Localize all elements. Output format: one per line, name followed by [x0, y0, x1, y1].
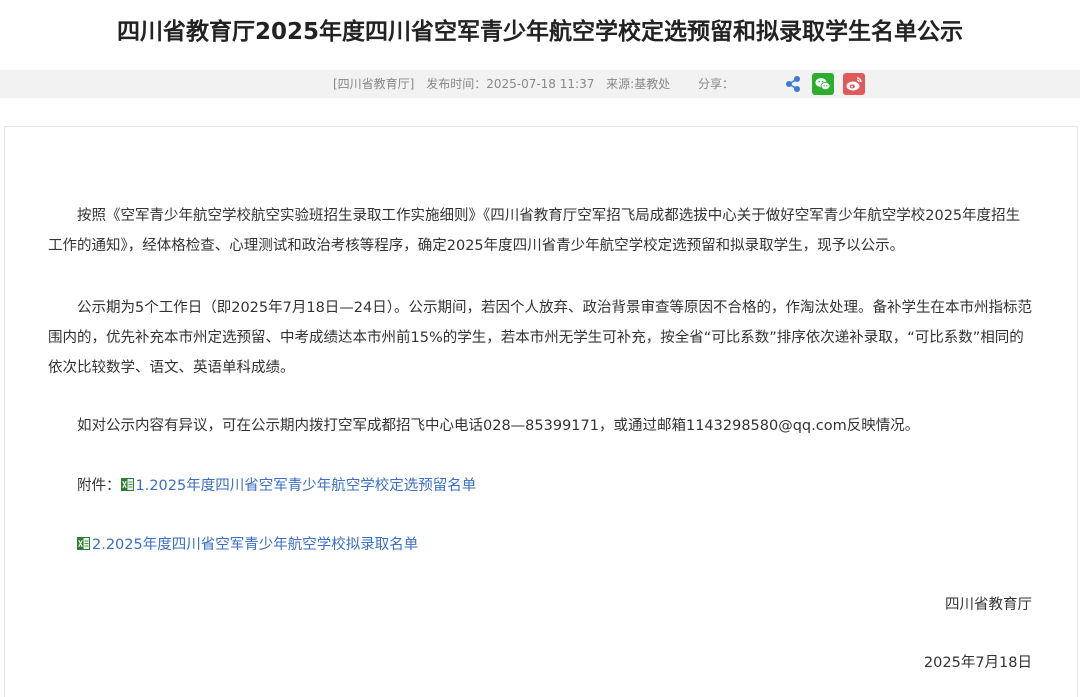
page-title: 四川省教育厅2025年度四川省空军青少年航空学校定选预留和拟录取学生名单公示 [116, 19, 963, 45]
meta-bar: [四川省教育厅] 发布时间：2025-07-18 11:37 来源:基教处 分享… [0, 70, 1080, 98]
signature-date: 2025年7月18日 [923, 655, 1032, 671]
wechat-icon[interactable] [812, 73, 834, 95]
attachment-row-2: 2.2025年度四川省空军青少年航空学校拟录取名单 [77, 530, 418, 560]
attachment-link-2[interactable]: 2.2025年度四川省空军青少年航空学校拟录取名单 [92, 537, 418, 553]
excel-file-icon [77, 531, 90, 550]
meta-department: 来源:基教处 [606, 77, 671, 91]
attachment-row-1: 附件： 1.2025年度四川省空军青少年航空学校定选预留名单 [77, 471, 476, 501]
body-paragraph-3: 如对公示内容有异议，可在公示期内拨打空军成都招飞中心电话028—85399171… [77, 418, 920, 434]
weibo-icon[interactable] [843, 73, 865, 95]
body-paragraph-2: 公示期为5个工作日（即2025年7月18日—24日）。公示期间，若因个人放弃、政… [48, 300, 1032, 376]
attachment-link-1[interactable]: 1.2025年度四川省空军青少年航空学校定选预留名单 [136, 478, 477, 494]
meta-source: [四川省教育厅] [333, 77, 415, 91]
share-label: 分享： [698, 77, 735, 91]
share-icon[interactable] [782, 73, 804, 95]
meta-published: 发布时间：2025-07-18 11:37 [426, 77, 595, 91]
meta-info: [四川省教育厅] 发布时间：2025-07-18 11:37 来源:基教处 分享… [333, 70, 742, 98]
body-paragraph-1: 按照《空军青少年航空学校航空实验班招生录取工作实施细则》《四川省教育厅空军招飞局… [48, 208, 1021, 254]
signature-org: 四川省教育厅 [945, 597, 1032, 613]
attachment-label: 附件： [77, 478, 121, 494]
excel-file-icon [120, 472, 134, 491]
